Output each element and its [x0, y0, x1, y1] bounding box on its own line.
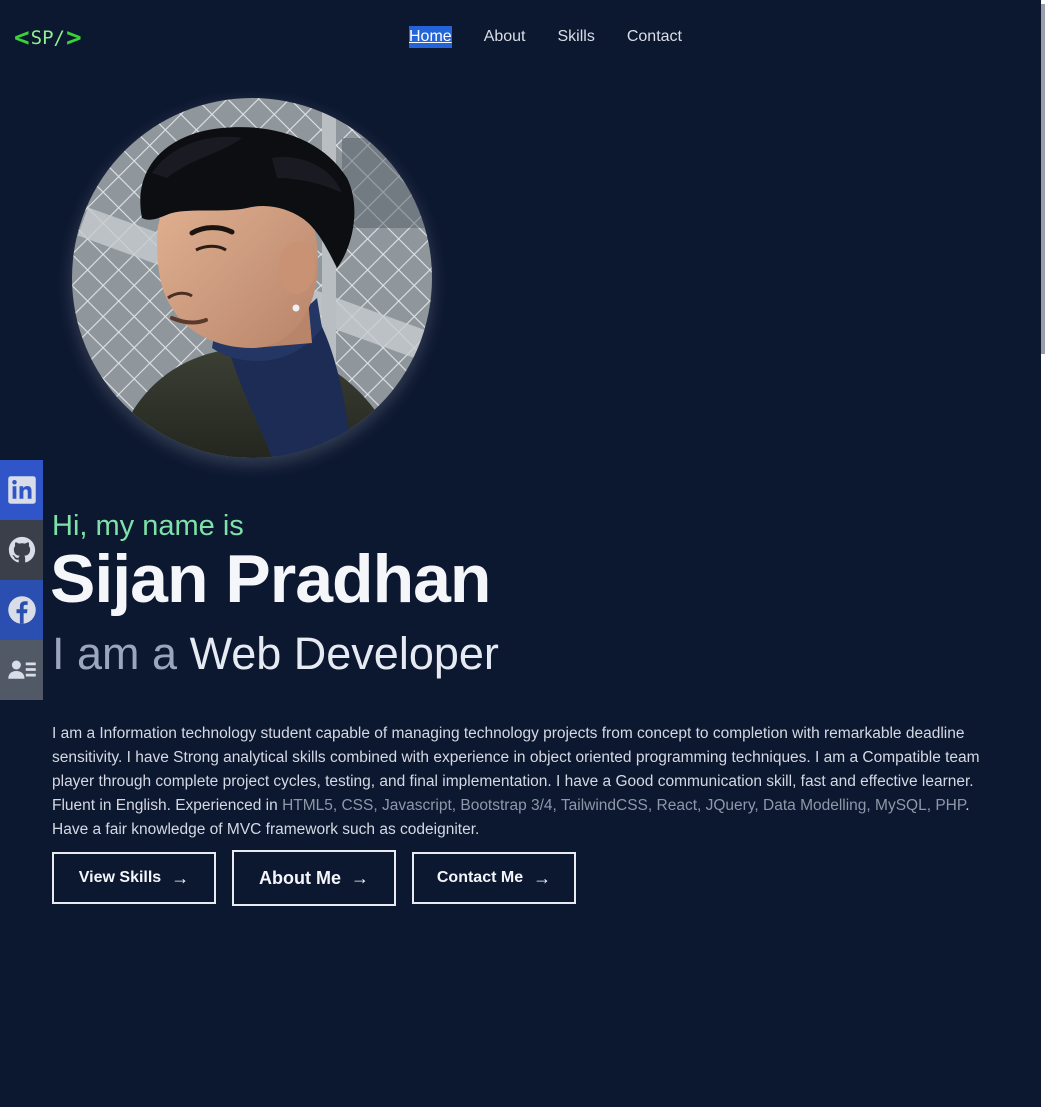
nav-skills[interactable]: Skills	[558, 26, 595, 48]
github-icon	[8, 536, 35, 563]
contact-card-icon	[7, 660, 36, 679]
contact-me-button[interactable]: Contact Me →	[412, 852, 576, 904]
logo-left-chevron: <	[14, 23, 30, 53]
bio-paragraph: I am a Information technology student ca…	[52, 722, 997, 842]
nav-about[interactable]: About	[484, 26, 526, 48]
role-line: I am a Web Developer	[52, 628, 499, 680]
cta-buttons: View Skills → About Me → Contact Me →	[52, 850, 576, 906]
bio-tech-list: HTML5, CSS, Javascript, Bootstrap 3/4, T…	[282, 796, 966, 814]
arrow-right-icon: →	[533, 868, 552, 888]
linkedin-link[interactable]	[0, 460, 43, 520]
role-prefix: I am a	[52, 628, 178, 679]
scrollbar-track[interactable]	[1041, 0, 1045, 1107]
scrollbar-thumb[interactable]	[1041, 4, 1045, 354]
logo[interactable]: < SP/ >	[14, 24, 82, 52]
linkedin-icon	[7, 476, 36, 504]
main-nav: Home About Skills Contact	[409, 26, 682, 48]
profile-photo	[72, 98, 432, 458]
about-me-label: About Me	[259, 867, 341, 888]
greeting: Hi, my name is	[52, 510, 244, 542]
about-me-button[interactable]: About Me →	[232, 850, 396, 906]
arrow-right-icon: →	[350, 868, 369, 888]
facebook-icon	[7, 596, 36, 624]
nav-contact[interactable]: Contact	[627, 26, 682, 48]
view-skills-label: View Skills	[78, 869, 162, 886]
nav-home[interactable]: Home	[409, 26, 452, 48]
logo-text: SP/	[30, 27, 65, 49]
github-link[interactable]	[0, 520, 43, 580]
view-skills-button[interactable]: View Skills →	[52, 852, 216, 904]
contact-card-link[interactable]	[0, 640, 43, 700]
hero-name: Sijan Pradhan	[50, 541, 491, 617]
logo-right-chevron: >	[65, 23, 82, 53]
page: < SP/ > Home About Skills Contact Hi, my…	[0, 0, 1045, 1107]
arrow-right-icon: →	[171, 868, 190, 888]
social-sidebar	[0, 460, 43, 700]
profile-photo-illustration	[72, 98, 432, 458]
role-title: Web Developer	[189, 628, 499, 679]
facebook-link[interactable]	[0, 580, 43, 640]
contact-me-label: Contact Me	[436, 869, 524, 886]
